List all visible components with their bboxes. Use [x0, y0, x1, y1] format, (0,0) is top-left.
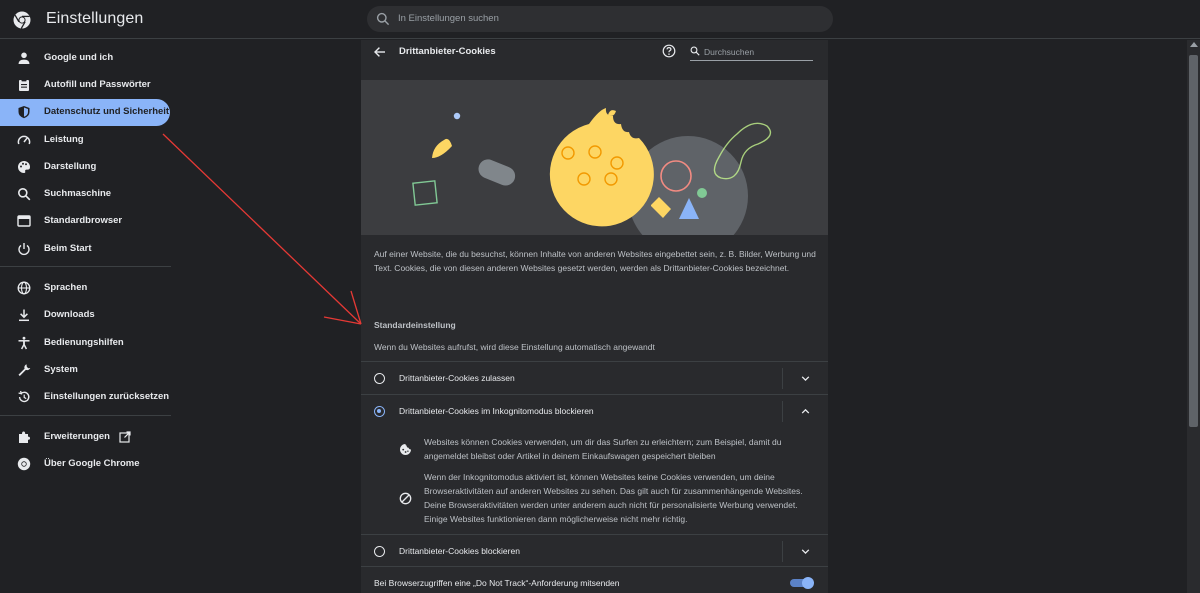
option-block-third-party-cookies[interactable]: Drittanbieter-Cookies blockieren	[361, 534, 828, 567]
option-allow-third-party-cookies[interactable]: Drittanbieter-Cookies zulassen	[361, 361, 828, 394]
accessibility-icon	[18, 336, 30, 350]
sidebar-item-label: Standardbrowser	[44, 215, 123, 226]
puzzle-icon	[19, 431, 30, 443]
option-label: Drittanbieter-Cookies im Inkognitomodus …	[399, 406, 594, 416]
scrollbar-thumb[interactable]	[1189, 55, 1198, 427]
option-detail-incognito: Wenn der Inkognitomodus aktiviert ist, k…	[399, 470, 819, 528]
sidebar-item-label: Downloads	[44, 309, 95, 320]
radio-button[interactable]	[374, 546, 385, 557]
toggle-knob	[802, 577, 814, 589]
sidebar-item-label: Leistung	[44, 134, 84, 145]
sidebar-item-suchmaschine[interactable]: Suchmaschine	[0, 181, 171, 208]
sidebar-item-google-und-ich[interactable]: Google und ich	[0, 45, 171, 72]
chrome-icon	[17, 457, 31, 471]
search-icon	[690, 46, 700, 56]
chrome-logo-icon	[13, 11, 31, 29]
sidebar-item-label: Google und ich	[44, 52, 114, 63]
sidebar-item-label: Autofill und Passwörter	[44, 79, 151, 90]
sidebar-item-autofill[interactable]: Autofill und Passwörter	[0, 72, 171, 99]
page-search-input[interactable]: Durchsuchen	[690, 44, 813, 61]
sidebar-item-datenschutz[interactable]: Datenschutz und Sicherheit	[0, 99, 170, 126]
page-description: Auf einer Website, die du besuchst, könn…	[374, 249, 816, 273]
search-icon	[18, 188, 31, 201]
clipboard-icon	[19, 79, 29, 91]
settings-search-input[interactable]: In Einstellungen suchen	[367, 6, 833, 32]
restore-icon	[18, 390, 30, 403]
page-search-placeholder: Durchsuchen	[704, 47, 755, 57]
row-divider	[782, 368, 783, 389]
sidebar: Google und ich Autofill und Passwörter D…	[0, 40, 180, 593]
cookies-illustration	[361, 80, 828, 235]
shield-icon	[18, 106, 30, 119]
do-not-track-row: Bei Browserzugriffen eine „Do Not Track“…	[361, 566, 828, 593]
sidebar-divider	[0, 266, 171, 267]
option-block-in-incognito[interactable]: Drittanbieter-Cookies im Inkognitomodus …	[361, 394, 828, 427]
search-icon	[376, 12, 390, 26]
sidebar-item-sprachen[interactable]: Sprachen	[0, 275, 171, 302]
cookie-icon	[400, 444, 411, 455]
sidebar-item-beim-start[interactable]: Beim Start	[0, 236, 171, 263]
sidebar-item-label: Beim Start	[44, 243, 92, 254]
option-label: Drittanbieter-Cookies zulassen	[399, 373, 515, 383]
sidebar-item-system[interactable]: System	[0, 357, 171, 384]
app-title: Einstellungen	[46, 10, 144, 27]
sidebar-item-label: Über Google Chrome	[44, 458, 140, 469]
chevron-up-icon[interactable]	[800, 406, 811, 417]
radio-button-selected[interactable]	[374, 406, 385, 417]
open-in-new-icon	[119, 431, 131, 443]
option-label: Drittanbieter-Cookies blockieren	[399, 546, 520, 556]
browser-window-icon	[17, 215, 31, 227]
wrench-icon	[18, 364, 31, 376]
cookies-settings-card: Drittanbieter-Cookies Durchsuchen Auf ei…	[361, 40, 828, 593]
row-divider	[782, 401, 783, 422]
palette-icon	[18, 161, 30, 173]
person-icon	[18, 52, 30, 64]
top-bar: Einstellungen In Einstellungen suchen	[0, 0, 1200, 39]
sidebar-item-standardbrowser[interactable]: Standardbrowser	[0, 208, 171, 235]
help-icon[interactable]	[662, 44, 676, 58]
sidebar-item-erweiterungen[interactable]: Erweiterungen	[0, 424, 171, 451]
sidebar-item-zuruecksetzen[interactable]: Einstellungen zurücksetzen	[0, 384, 171, 411]
sidebar-item-label: Darstellung	[44, 161, 97, 172]
row-divider	[782, 541, 783, 562]
speedometer-icon	[17, 135, 31, 145]
chevron-down-icon[interactable]	[800, 373, 811, 384]
globe-icon	[17, 281, 31, 295]
do-not-track-label: Bei Browserzugriffen eine „Do Not Track“…	[374, 578, 620, 588]
section-heading: Standardeinstellung	[374, 320, 456, 330]
sidebar-item-label: System	[44, 364, 78, 375]
section-subtitle: Wenn du Websites aufrufst, wird diese Ei…	[374, 342, 655, 352]
sidebar-item-label: Datenschutz und Sicherheit	[44, 106, 170, 117]
card-header: Drittanbieter-Cookies Durchsuchen	[361, 40, 828, 80]
do-not-track-toggle[interactable]	[790, 577, 814, 589]
sidebar-item-label: Suchmaschine	[44, 188, 112, 199]
detail-text: Wenn der Inkognitomodus aktiviert ist, k…	[424, 472, 803, 524]
scroll-up-arrow-icon[interactable]	[1190, 42, 1198, 47]
page-title: Drittanbieter-Cookies	[399, 46, 496, 57]
download-icon	[19, 309, 29, 322]
block-icon	[399, 492, 412, 505]
sidebar-item-label: Sprachen	[44, 282, 88, 293]
cookie-illustration-graphic	[412, 108, 772, 235]
detail-text: Websites können Cookies verwenden, um di…	[424, 437, 782, 461]
sidebar-item-label: Einstellungen zurücksetzen	[44, 391, 170, 402]
search-placeholder: In Einstellungen suchen	[398, 13, 499, 24]
radio-button[interactable]	[374, 373, 385, 384]
option-detail-cookies: Websites können Cookies verwenden, um di…	[399, 435, 819, 465]
sidebar-divider	[0, 415, 171, 416]
sidebar-item-ueber-chrome[interactable]: Über Google Chrome	[0, 451, 171, 478]
sidebar-item-downloads[interactable]: Downloads	[0, 302, 171, 329]
power-icon	[18, 243, 30, 256]
sidebar-item-bedienungshilfen[interactable]: Bedienungshilfen	[0, 330, 171, 357]
sidebar-item-label: Erweiterungen	[44, 431, 110, 442]
sidebar-item-darstellung[interactable]: Darstellung	[0, 154, 171, 181]
chevron-down-icon[interactable]	[800, 546, 811, 557]
sidebar-item-label: Bedienungshilfen	[44, 337, 124, 348]
sidebar-item-leistung[interactable]: Leistung	[0, 127, 171, 154]
back-arrow-icon[interactable]	[373, 45, 387, 59]
